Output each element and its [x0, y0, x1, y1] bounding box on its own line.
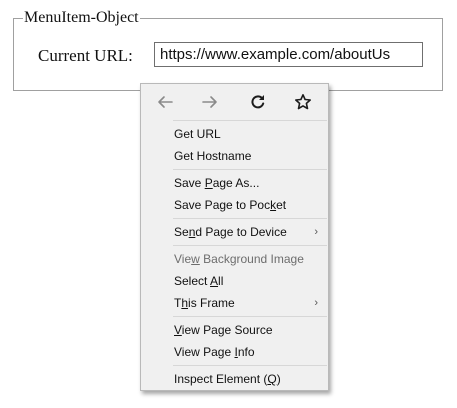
context-menu: Get URL Get Hostname Save Page As... Sav…	[140, 83, 329, 391]
menu-item-inspect-element[interactable]: Inspect Element (Q)	[145, 368, 326, 390]
menu-item-label: Save Page As...	[174, 176, 260, 190]
menu-item-send-page-to-device[interactable]: Send Page to Device ›	[145, 221, 326, 243]
menu-item-get-hostname[interactable]: Get Hostname	[145, 145, 326, 167]
arrow-left-icon	[158, 96, 173, 108]
menu-item-label: Inspect Element (Q)	[174, 372, 281, 386]
groupbox-legend: MenuItem-Object	[23, 9, 140, 27]
submenu-arrow-icon: ›	[314, 297, 318, 309]
context-menu-navigation	[141, 84, 328, 120]
menu-item-label: This Frame	[174, 296, 235, 310]
menuitem-object-groupbox: MenuItem-Object Current URL: https://www…	[13, 9, 443, 91]
menu-item-get-url[interactable]: Get URL	[145, 123, 326, 145]
menu-item-view-background-image: View Background Image	[145, 248, 326, 270]
bookmark-button[interactable]	[292, 91, 314, 113]
menu-item-label: Save Page to Pocket	[174, 198, 287, 212]
menu-separator	[173, 120, 327, 121]
current-url-label: Current URL:	[38, 46, 133, 65]
menu-separator	[173, 365, 327, 366]
menu-separator	[173, 316, 327, 317]
menu-item-save-page-to-pocket[interactable]: Save Page to Pocket	[145, 194, 326, 216]
menu-item-label: Select All	[174, 274, 224, 288]
reload-icon	[251, 95, 265, 109]
star-icon	[295, 94, 311, 110]
menu-item-label: Get URL	[174, 127, 221, 141]
menu-item-label: View Page Source	[174, 323, 273, 337]
menu-separator	[173, 245, 327, 246]
menu-item-view-page-source[interactable]: View Page Source	[145, 319, 326, 341]
menu-item-save-page-as[interactable]: Save Page As...	[145, 172, 326, 194]
back-button[interactable]	[154, 91, 176, 113]
menu-item-label: View Background Image	[174, 252, 304, 266]
menu-item-view-page-info[interactable]: View Page Info	[145, 341, 326, 363]
menu-item-label: Send Page to Device	[174, 225, 287, 239]
menu-separator	[173, 169, 327, 170]
menu-separator	[173, 218, 327, 219]
reload-button[interactable]	[247, 91, 269, 113]
forward-button[interactable]	[199, 91, 221, 113]
submenu-arrow-icon: ›	[314, 226, 318, 238]
menu-item-label: Get Hostname	[174, 149, 252, 163]
arrow-right-icon	[202, 96, 217, 108]
menu-item-select-all[interactable]: Select All	[145, 270, 326, 292]
current-url-field[interactable]: https://www.example.com/aboutUs	[154, 42, 423, 67]
menu-item-this-frame[interactable]: This Frame ›	[145, 292, 326, 314]
menu-item-label: View Page Info	[174, 345, 255, 359]
